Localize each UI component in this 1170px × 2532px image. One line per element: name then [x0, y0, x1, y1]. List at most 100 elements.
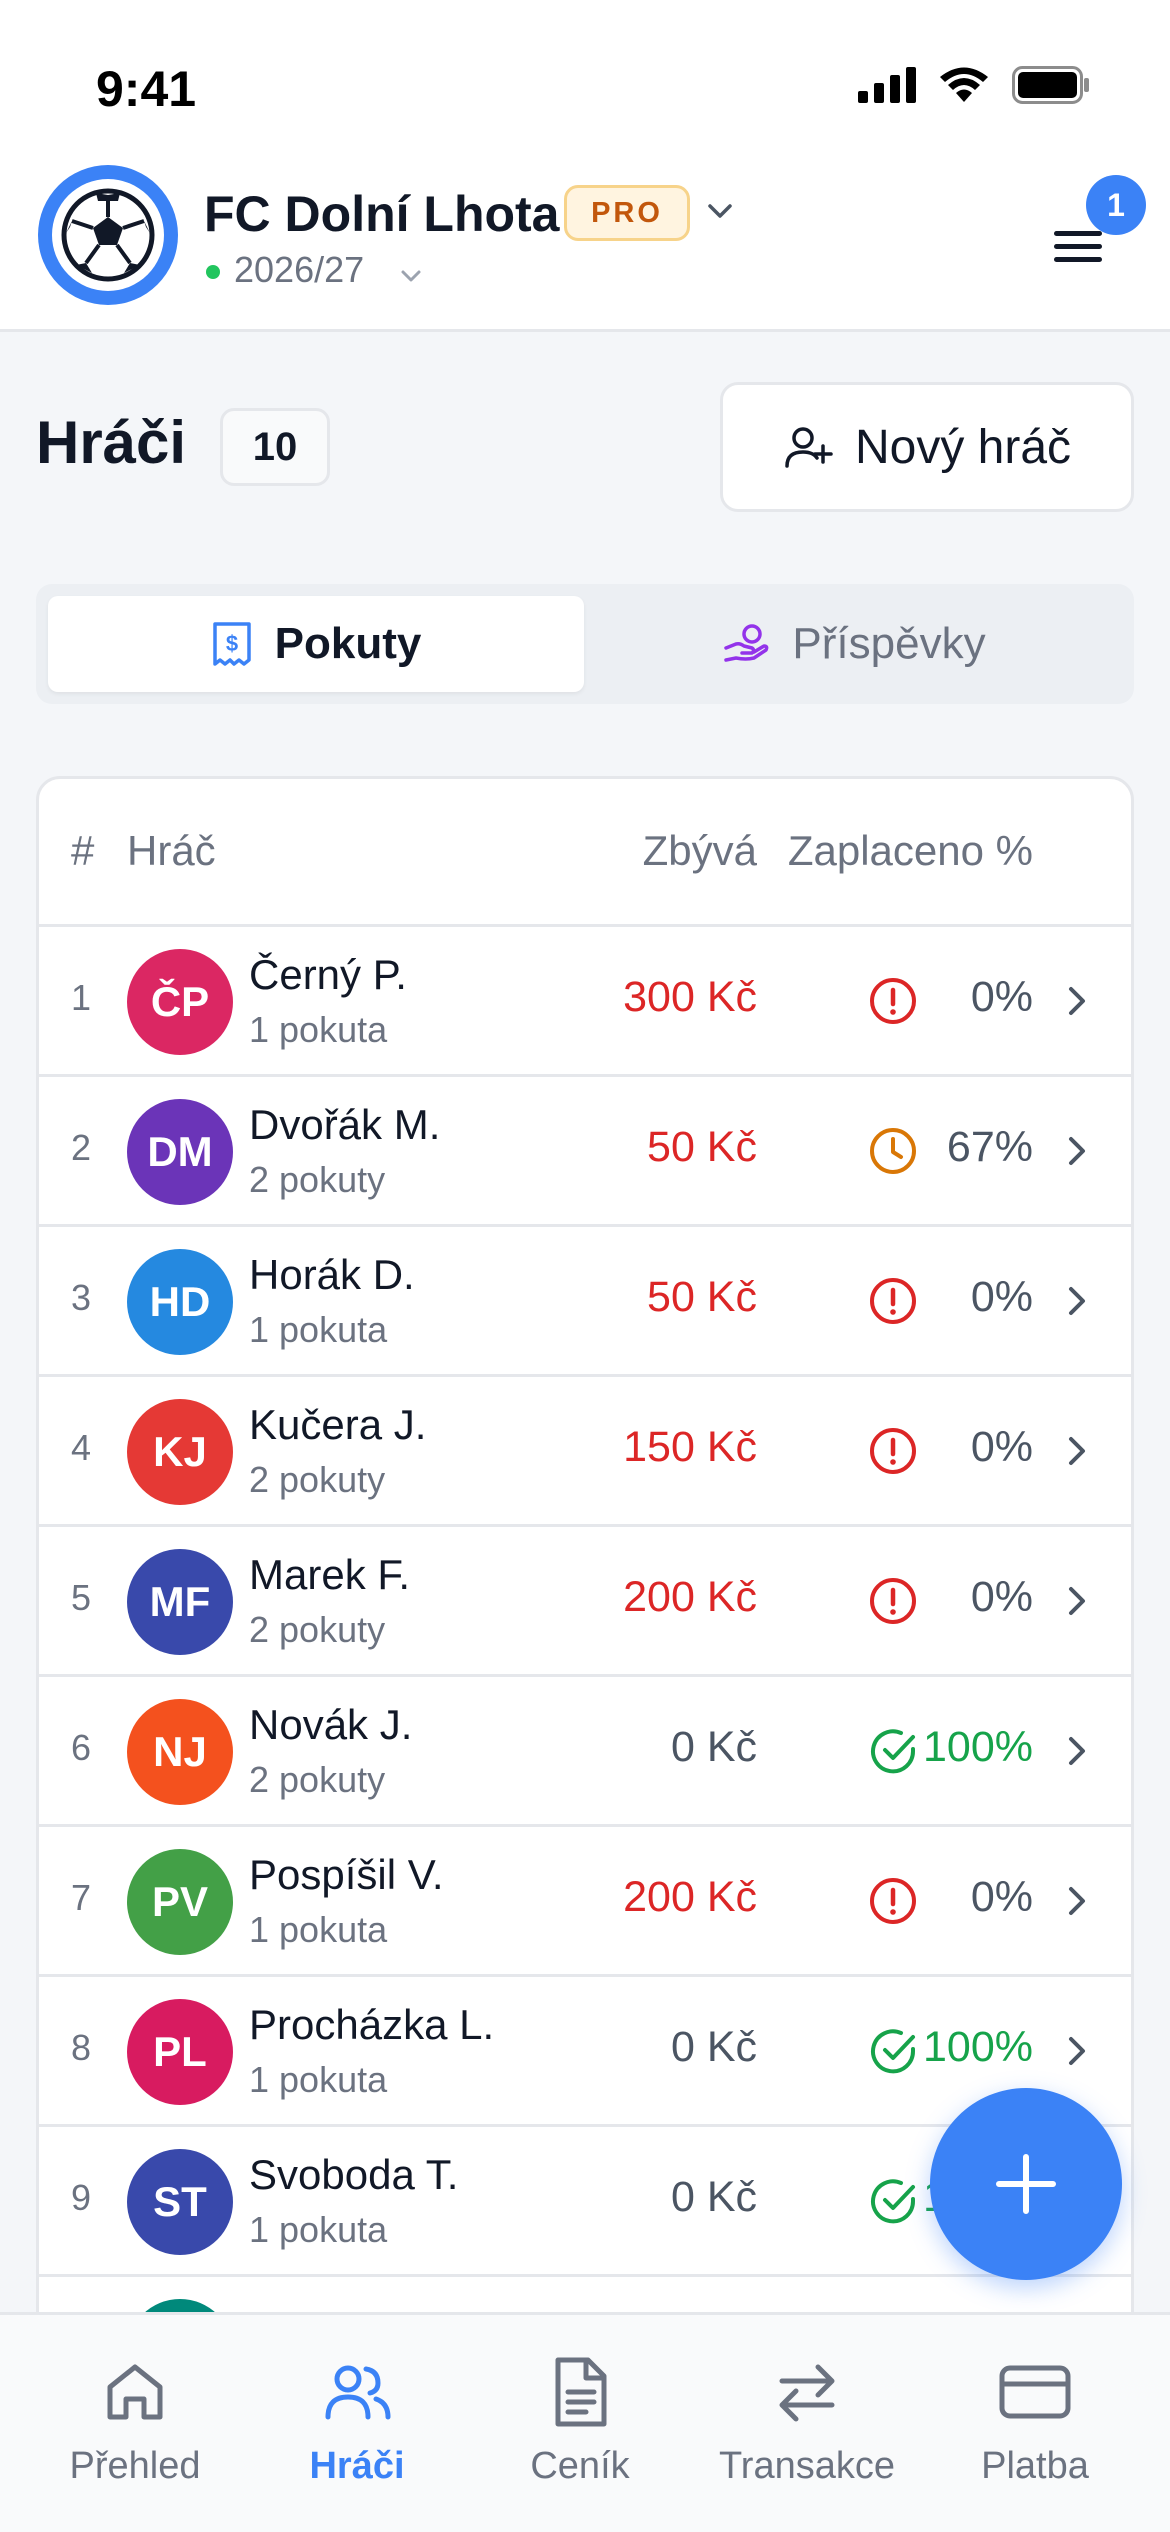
- check-circle-icon: [865, 2173, 921, 2229]
- signal-icon: [858, 67, 916, 103]
- paid-percent: 0%: [970, 1873, 1033, 1921]
- wifi-icon: [940, 67, 988, 102]
- nav-item-hraci[interactable]: Hráči: [242, 2351, 472, 2488]
- remaining-amount: 50 Kč: [647, 1123, 757, 1171]
- avatar: PL: [127, 1999, 233, 2105]
- player-name: Svoboda T.: [249, 2151, 459, 2198]
- chevron-right-icon[interactable]: [1063, 1581, 1091, 1621]
- remaining-amount: 150 Kč: [623, 1423, 757, 1471]
- team-name[interactable]: FC Dolní Lhota: [204, 185, 560, 243]
- status-icons: [858, 66, 1090, 104]
- nav-item-cenik[interactable]: Ceník: [465, 2351, 695, 2488]
- soccer-ball-icon: [61, 188, 155, 282]
- segment-tabs: $ Pokuty Příspěvky: [36, 584, 1134, 704]
- chevron-down-icon[interactable]: [398, 263, 424, 289]
- table-row[interactable]: 4 KJ Kučera J. 2 pokuty 150 Kč 0%: [39, 1377, 1131, 1527]
- users-icon: [325, 2365, 391, 2420]
- row-number: 1: [71, 977, 92, 1018]
- table-row[interactable]: 8 PL Procházka L. 1 pokuta 0 Kč 100%: [39, 1977, 1131, 2127]
- status-time: 9:41: [96, 61, 197, 117]
- paid-percent: 67%: [946, 1123, 1033, 1171]
- paid-percent: 0%: [970, 1573, 1033, 1621]
- fine-count: 2 pokuty: [249, 1159, 386, 1200]
- home-icon: [107, 2364, 163, 2420]
- team-logo[interactable]: [38, 165, 178, 305]
- remaining-amount: 200 Kč: [623, 1873, 757, 1921]
- row-number: 6: [71, 1727, 92, 1768]
- col-player[interactable]: Hráč: [127, 827, 216, 875]
- remaining-amount: 50 Kč: [647, 1273, 757, 1321]
- avatar: KJ: [127, 1399, 233, 1505]
- avatar: MF: [127, 1549, 233, 1655]
- player-name: Procházka L.: [249, 2001, 495, 2048]
- nav-item-prehled[interactable]: Přehled: [20, 2351, 250, 2488]
- player-name: Marek F.: [249, 1551, 411, 1598]
- paid-percent: 100%: [923, 2023, 1033, 2071]
- alert-circle-icon: [865, 1273, 921, 1329]
- chevron-right-icon[interactable]: [1063, 1131, 1091, 1171]
- avatar: PV: [127, 1849, 233, 1955]
- chevron-down-icon[interactable]: [704, 195, 736, 227]
- table-row[interactable]: 2 DM Dvořák M. 2 pokuty 50 Kč 67%: [39, 1077, 1131, 1227]
- status-bar: 9:41: [0, 0, 1170, 165]
- chevron-right-icon[interactable]: [1063, 1281, 1091, 1321]
- player-name: Pospíšil V.: [249, 1851, 444, 1898]
- nav-label: Přehled: [69, 2445, 201, 2487]
- check-circle-icon: [865, 2023, 921, 2079]
- table-row[interactable]: 5 MF Marek F. 2 pokuty 200 Kč 0%: [39, 1527, 1131, 1677]
- avatar: HD: [127, 1249, 233, 1355]
- battery-icon: [1012, 66, 1089, 104]
- paid-percent: 0%: [970, 1273, 1033, 1321]
- remaining-amount: 0 Kč: [670, 2023, 757, 2071]
- col-remaining[interactable]: Zbývá: [643, 827, 757, 875]
- row-number: 7: [71, 1877, 92, 1918]
- col-paid[interactable]: Zaplaceno %: [788, 827, 1033, 875]
- add-fab-button[interactable]: [930, 2088, 1122, 2280]
- fine-count: 2 pokuty: [249, 1759, 386, 1800]
- tab-pokuty[interactable]: $ Pokuty: [48, 596, 584, 692]
- chevron-right-icon[interactable]: [1063, 2031, 1091, 2071]
- new-player-label: Nový hráč: [854, 420, 1072, 474]
- fine-count: 1 pokuta: [249, 1909, 388, 1950]
- remaining-amount: 200 Kč: [623, 1573, 757, 1621]
- fine-count: 1 pokuta: [249, 1309, 388, 1350]
- svg-text:$: $: [226, 631, 238, 656]
- fine-count: 2 pokuty: [249, 1459, 386, 1500]
- plan-badge: PRO: [564, 185, 690, 241]
- chevron-right-icon[interactable]: [1063, 1731, 1091, 1771]
- paid-percent: 0%: [970, 1423, 1033, 1471]
- row-number: 3: [71, 1277, 92, 1318]
- table-row[interactable]: 6 NJ Novák J. 2 pokuty 0 Kč 100%: [39, 1677, 1131, 1827]
- tab-prispevky[interactable]: Příspěvky: [586, 596, 1122, 692]
- fine-count: 1 pokuta: [249, 2209, 388, 2250]
- remaining-amount: 0 Kč: [670, 1723, 757, 1771]
- nav-item-platba[interactable]: Platba: [920, 2351, 1150, 2488]
- new-player-button[interactable]: Nový hráč: [720, 382, 1134, 512]
- notification-badge[interactable]: 1: [1086, 175, 1146, 235]
- nav-item-transakce[interactable]: Transakce: [692, 2351, 922, 2488]
- chevron-right-icon[interactable]: [1063, 1431, 1091, 1471]
- row-number: 2: [71, 1127, 92, 1168]
- document-icon: [555, 2357, 607, 2427]
- season-selector[interactable]: 2026/27: [234, 249, 364, 291]
- row-number: 9: [71, 2177, 92, 2218]
- alert-circle-icon: [865, 1423, 921, 1479]
- alert-circle-icon: [865, 973, 921, 1029]
- table-row[interactable]: 1 ČP Černý P. 1 pokuta 300 Kč 0%: [39, 927, 1131, 1077]
- table-row[interactable]: 3 HD Horák D. 1 pokuta 50 Kč 0%: [39, 1227, 1131, 1377]
- chevron-right-icon[interactable]: [1063, 1881, 1091, 1921]
- player-name: Horák D.: [249, 1251, 415, 1298]
- row-number: 8: [71, 2027, 92, 2068]
- col-number: #: [71, 827, 95, 874]
- avatar: ST: [127, 2149, 233, 2255]
- row-number: 5: [71, 1577, 92, 1618]
- remaining-amount: 0 Kč: [670, 2173, 757, 2221]
- remaining-amount: 300 Kč: [623, 973, 757, 1021]
- chevron-right-icon[interactable]: [1063, 981, 1091, 1021]
- alert-circle-icon: [865, 1873, 921, 1929]
- hand-coins-icon: [724, 624, 769, 662]
- nav-label: Transakce: [719, 2445, 895, 2487]
- alert-circle-icon: [865, 1573, 921, 1629]
- player-name: Dvořák M.: [249, 1101, 441, 1148]
- table-row[interactable]: 7 PV Pospíšil V. 1 pokuta 200 Kč 0%: [39, 1827, 1131, 1977]
